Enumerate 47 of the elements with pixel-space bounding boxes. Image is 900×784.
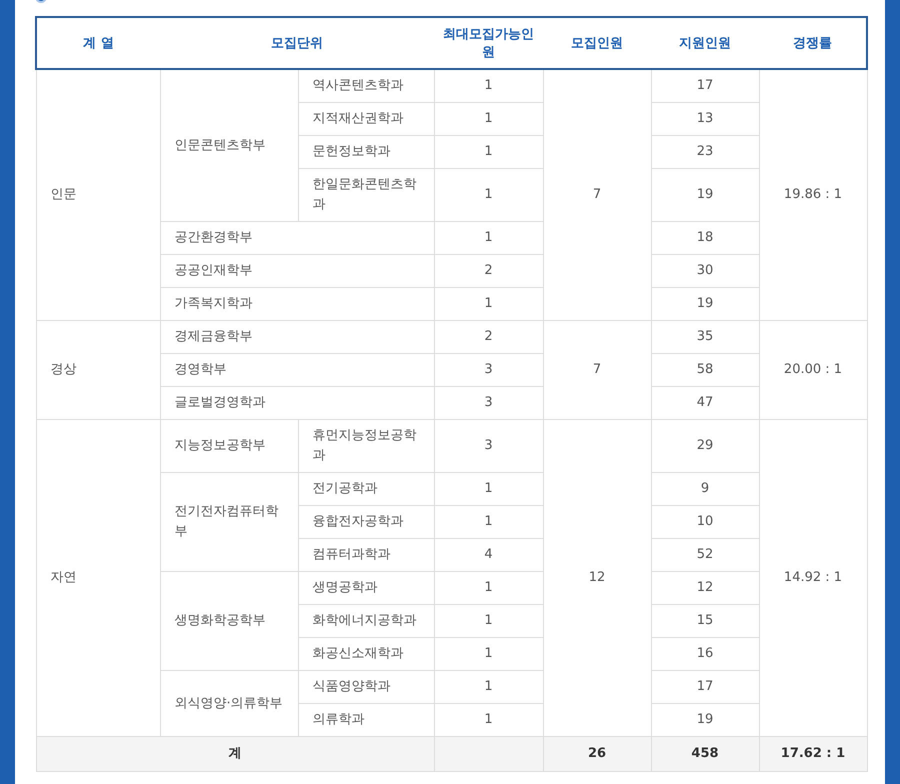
column-header: 지원인원 xyxy=(651,17,759,69)
table-cell: 경영학부 xyxy=(160,354,434,386)
table-cell: 지능정보공학부 xyxy=(160,420,298,472)
table-cell: 3 xyxy=(434,420,543,472)
total-cell: 458 xyxy=(651,736,759,772)
table-cell: 휴먼지능정보공학과 xyxy=(298,420,434,472)
table-cell: 컴퓨터과학과 xyxy=(298,538,434,572)
table-cell: 14.92 : 1 xyxy=(759,420,867,736)
table-cell: 공간환경학부 xyxy=(160,222,434,254)
column-header: 모집인원 xyxy=(543,17,651,69)
table-cell: 한일문화콘텐츠학과 xyxy=(298,168,434,222)
table-cell: 자연 xyxy=(36,420,160,736)
table-cell: 화학에너지공학과 xyxy=(298,604,434,638)
table-cell: 경상 xyxy=(36,320,160,420)
table-cell: 인문콘텐츠학부 xyxy=(160,69,298,222)
table-cell: 가족복지학과 xyxy=(160,288,434,320)
table-cell: 2 xyxy=(434,320,543,354)
total-label: 계 xyxy=(36,736,434,772)
table-cell: 전기전자컴퓨터학부 xyxy=(160,472,298,572)
table-cell: 공공인재학부 xyxy=(160,254,434,288)
total-cell: 17.62 : 1 xyxy=(759,736,867,772)
table-cell: 7 xyxy=(543,69,651,320)
table-cell: 역사콘텐츠학과 xyxy=(298,69,434,102)
total-cell: 26 xyxy=(543,736,651,772)
column-header: 경쟁률 xyxy=(759,17,867,69)
column-header: 모집단위 xyxy=(160,17,434,69)
table-cell: 인문 xyxy=(36,69,160,320)
table-cell: 전기공학과 xyxy=(298,472,434,506)
table-cell: 17 xyxy=(651,69,759,102)
table-cell: 경제금융학부 xyxy=(160,320,434,354)
table-cell: 35 xyxy=(651,320,759,354)
table-cell: 화공신소재학과 xyxy=(298,638,434,670)
table-cell: 식품영양학과 xyxy=(298,670,434,704)
table-cell: 20.00 : 1 xyxy=(759,320,867,420)
table-cell: 29 xyxy=(651,420,759,472)
table-cell: 글로벌경영학과 xyxy=(160,386,434,420)
table-cell: 7 xyxy=(543,320,651,420)
table-cell: 문헌정보학과 xyxy=(298,136,434,168)
table-cell: 1 xyxy=(434,69,543,102)
table-cell: 19.86 : 1 xyxy=(759,69,867,320)
table-cell: 12 xyxy=(543,420,651,736)
table-cell: 생명화학공학부 xyxy=(160,572,298,670)
table-cell: 생명공학과 xyxy=(298,572,434,604)
column-header: 최대모집가능인원 xyxy=(434,17,543,69)
table-cell: 지적재산권학과 xyxy=(298,102,434,136)
table-cell: 융합전자공학과 xyxy=(298,506,434,538)
column-header: 계 열 xyxy=(36,17,160,69)
